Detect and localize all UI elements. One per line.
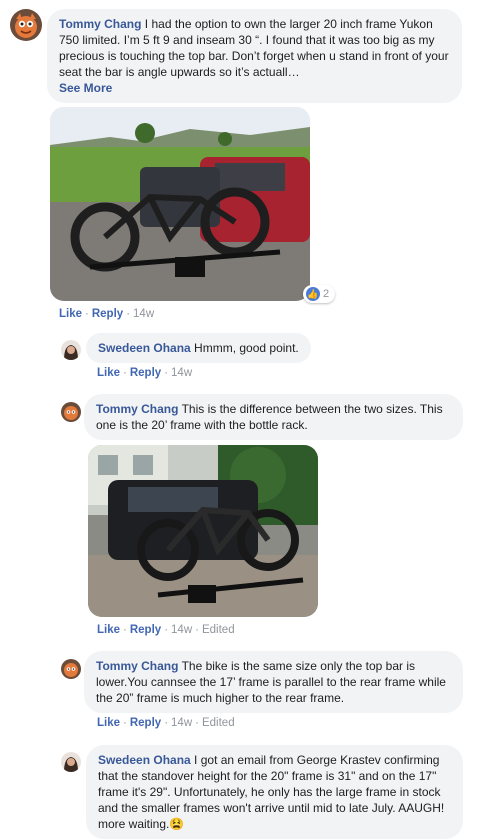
author-name[interactable]: Tommy Chang [59,17,141,31]
timestamp[interactable]: 14w [171,717,192,729]
avatar[interactable] [61,659,81,679]
like-link[interactable]: Like [97,717,120,729]
author-name[interactable]: Tommy Chang [96,659,178,673]
comment-bubble: Tommy Chang The bike is the same size on… [84,651,463,713]
comment-actions: Like · Reply · 14w · Edited [97,717,235,729]
reaction-count: 2 [323,288,330,300]
tired-face-emoji: 😫 [169,817,185,831]
avatar[interactable] [10,9,42,41]
like-link[interactable]: Like [97,624,120,636]
comment-bubble: Swedeen Ohana Hmmm, good point. [86,333,311,363]
like-icon: 👍 [306,287,320,301]
author-name[interactable]: Swedeen Ohana [98,341,191,355]
edited-label[interactable]: Edited [202,717,235,729]
comment-actions: Like · Reply · 14w [59,308,155,320]
timestamp[interactable]: 14w [171,367,192,379]
reply-link[interactable]: Reply [130,717,161,729]
comment-text: Hmmm, good point. [194,341,299,355]
like-link[interactable]: Like [97,367,120,379]
comment-bubble: Swedeen Ohana I got an email from George… [86,745,463,839]
comment-photo[interactable] [50,107,310,301]
reaction-badge[interactable]: 👍 2 [303,285,336,303]
comment-bubble: Tommy Chang This is the difference betwe… [84,394,463,440]
comment-photo[interactable] [88,445,318,617]
reply-link[interactable]: Reply [130,367,161,379]
comment-actions: Like · Reply · 14w · Edited [97,624,235,636]
avatar[interactable] [61,402,81,422]
avatar[interactable] [61,752,81,772]
comment-bubble: Tommy Chang I had the option to own the … [47,9,462,103]
see-more-link[interactable]: See More [59,81,112,95]
timestamp[interactable]: 14w [171,624,192,636]
edited-label[interactable]: Edited [202,624,235,636]
reply-link[interactable]: Reply [130,624,161,636]
reply-link[interactable]: Reply [92,308,123,320]
comment-actions: Like · Reply · 14w [97,367,193,379]
author-name[interactable]: Swedeen Ohana [98,753,191,767]
avatar[interactable] [61,340,81,360]
like-link[interactable]: Like [59,308,82,320]
timestamp[interactable]: 14w [133,308,154,320]
author-name[interactable]: Tommy Chang [96,402,178,416]
